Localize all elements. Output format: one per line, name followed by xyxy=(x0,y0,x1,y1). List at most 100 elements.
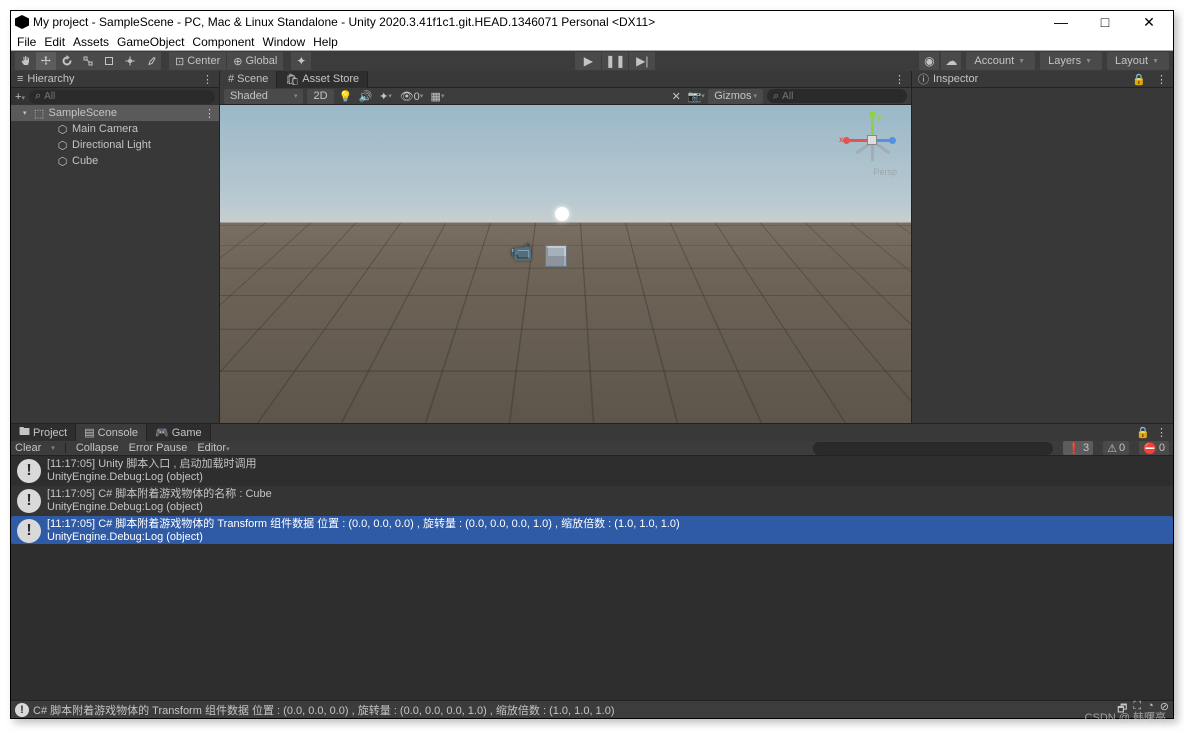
menu-assets[interactable]: Assets xyxy=(73,35,109,49)
gizmos-dropdown[interactable]: Gizmos▾ xyxy=(708,89,763,104)
menu-file[interactable]: File xyxy=(17,35,36,49)
directional-light-gizmo[interactable] xyxy=(555,207,569,221)
globe-icon: ⊕ xyxy=(233,55,242,68)
pivot-toggle[interactable]: ⊡Center xyxy=(169,52,226,70)
hierarchy-tree[interactable]: ▾ ⬚ SampleScene ⋮ ⬡Main Camera ⬡Directio… xyxy=(11,105,219,423)
center-icon: ⊡ xyxy=(175,55,184,68)
step-button[interactable]: ▶| xyxy=(629,52,655,70)
cloud-button[interactable]: ☁ xyxy=(941,52,961,70)
tab-scene[interactable]: #Scene xyxy=(220,71,277,88)
tools-icon[interactable]: ✕ xyxy=(668,89,684,104)
error-pause-toggle[interactable]: Error Pause xyxy=(129,442,188,454)
2d-toggle[interactable]: 2D xyxy=(307,89,333,104)
lighting-toggle-icon[interactable]: 💡 xyxy=(338,89,354,104)
menu-window[interactable]: Window xyxy=(262,35,305,49)
tab-console[interactable]: ▤Console xyxy=(76,424,147,441)
tab-asset-store[interactable]: 🛍Asset Store xyxy=(277,71,368,88)
hierarchy-panel: ≡ Hierarchy ⋮ +▾ ⌕ ▾ ⬚ SampleScene ⋮ ⬡Ma… xyxy=(11,71,220,423)
camera-settings-icon[interactable]: 📷▾ xyxy=(688,89,704,104)
error-count[interactable]: ⛔0 xyxy=(1139,441,1169,455)
clear-button[interactable]: Clear xyxy=(15,442,41,454)
close-button[interactable]: ✕ xyxy=(1129,14,1169,31)
menu-gameobject[interactable]: GameObject xyxy=(117,35,184,49)
lock-icon[interactable]: 🔒 xyxy=(1136,426,1150,439)
scale-tool[interactable] xyxy=(78,52,98,70)
fx-toggle-icon[interactable]: ✦▾ xyxy=(378,89,394,104)
panel-menu-icon[interactable]: ⋮ xyxy=(1156,73,1167,86)
tree-item-cube[interactable]: ⬡Cube xyxy=(11,153,219,169)
log-row-selected[interactable]: ! [11:17:05] C# 脚本附着游戏物体的 Transform 组件数据… xyxy=(11,516,1173,544)
gameobject-icon: ⬡ xyxy=(57,124,68,135)
tree-item-light[interactable]: ⬡Directional Light xyxy=(11,137,219,153)
watermark: CSDN @ 韩曙亮 xyxy=(1085,709,1166,725)
gameobject-icon: ⬡ xyxy=(57,156,68,167)
bottom-panel: 🖿Project ▤Console 🎮Game 🔒 ⋮ Clear▾ Colla… xyxy=(11,423,1173,700)
console-search[interactable] xyxy=(813,442,1053,455)
gameobject-icon: ⬡ xyxy=(57,140,68,151)
maximize-button[interactable]: □ xyxy=(1085,14,1125,30)
panel-menu-icon[interactable]: ⋮ xyxy=(894,73,905,86)
scene-tab-icon: # xyxy=(228,73,234,85)
hand-tool[interactable] xyxy=(15,52,35,70)
console-toolbar: Clear▾ Collapse Error Pause Editor▾ ❗3 ⚠… xyxy=(11,441,1173,456)
pause-button[interactable]: ❚❚ xyxy=(602,52,628,70)
editor-dropdown[interactable]: Editor▾ xyxy=(197,442,229,454)
visibility-toggle-icon[interactable]: 👁0▾ xyxy=(398,89,426,104)
hierarchy-title: Hierarchy xyxy=(27,73,74,85)
hierarchy-search-input[interactable] xyxy=(44,91,209,102)
tab-project[interactable]: 🖿Project xyxy=(11,424,76,441)
scene-search[interactable]: ⌕ xyxy=(767,89,907,103)
search-icon: ⌕ xyxy=(773,90,779,103)
scene-menu-icon[interactable]: ⋮ xyxy=(204,107,215,120)
account-dropdown[interactable]: Account▼ xyxy=(966,52,1035,70)
info-count[interactable]: ❗3 xyxy=(1063,441,1093,455)
menu-help[interactable]: Help xyxy=(313,35,338,49)
console-log-list[interactable]: ! [11:17:05] Unity 脚本入口 , 启动加载时调用UnityEn… xyxy=(11,456,1173,700)
layout-dropdown[interactable]: Layout▼ xyxy=(1107,52,1169,70)
scene-viewport[interactable]: 📹 xy Persp xyxy=(220,105,911,423)
audio-toggle-icon[interactable]: 🔊 xyxy=(358,89,374,104)
minimize-button[interactable]: — xyxy=(1041,14,1081,30)
layers-dropdown[interactable]: Layers▼ xyxy=(1040,52,1102,70)
main-menu: File Edit Assets GameObject Component Wi… xyxy=(11,33,1173,51)
shading-dropdown[interactable]: Shaded▾ xyxy=(224,89,303,104)
rotate-tool[interactable] xyxy=(57,52,77,70)
warn-count[interactable]: ⚠0 xyxy=(1103,441,1129,455)
custom-tool[interactable] xyxy=(141,52,161,70)
collapse-toggle[interactable]: Collapse xyxy=(76,442,119,454)
panel-menu-icon[interactable]: ⋮ xyxy=(1156,426,1167,439)
handle-toggle[interactable]: ⊕Global xyxy=(227,52,283,70)
projection-label[interactable]: Persp xyxy=(873,167,897,177)
create-dropdown[interactable]: +▾ xyxy=(15,91,25,103)
scene-row[interactable]: ▾ ⬚ SampleScene ⋮ xyxy=(11,105,219,121)
transform-tool[interactable] xyxy=(120,52,140,70)
camera-gizmo[interactable]: 📹 xyxy=(510,242,532,263)
menu-component[interactable]: Component xyxy=(192,35,254,49)
inspector-panel: ⓘ Inspector 🔒 ⋮ xyxy=(911,71,1173,423)
menu-edit[interactable]: Edit xyxy=(44,35,65,49)
cube-object[interactable] xyxy=(545,245,567,267)
play-button[interactable]: ▶ xyxy=(575,52,601,70)
hierarchy-search[interactable]: ⌕ xyxy=(29,90,215,104)
status-bar: ! C# 脚本附着游戏物体的 Transform 组件数据 位置 : (0.0,… xyxy=(11,700,1173,718)
log-row[interactable]: ! [11:17:05] C# 脚本附着游戏物体的名称 : CubeUnityE… xyxy=(11,486,1173,516)
hierarchy-icon: ≡ xyxy=(17,73,23,85)
orientation-gizmo[interactable]: xy xyxy=(847,115,897,165)
collab-button[interactable]: ◉ xyxy=(919,52,939,70)
grid-toggle-icon[interactable]: ▦▾ xyxy=(430,89,446,104)
asset-store-icon: 🛍 xyxy=(285,73,299,86)
log-row[interactable]: ! [11:17:05] Unity 脚本入口 , 启动加载时调用UnityEn… xyxy=(11,456,1173,486)
rect-tool[interactable] xyxy=(99,52,119,70)
tab-game[interactable]: 🎮Game xyxy=(147,424,211,441)
tree-item-camera[interactable]: ⬡Main Camera xyxy=(11,121,219,137)
inspector-icon: ⓘ xyxy=(918,71,929,87)
status-message: C# 脚本附着游戏物体的 Transform 组件数据 位置 : (0.0, 0… xyxy=(33,702,615,718)
folder-icon: 🖿 xyxy=(19,423,30,442)
game-icon: 🎮 xyxy=(155,426,169,439)
panel-menu-icon[interactable]: ⋮ xyxy=(202,73,213,86)
log-info-icon: ! xyxy=(17,459,41,483)
lock-icon[interactable]: 🔒 xyxy=(1132,73,1146,86)
window-title: My project - SampleScene - PC, Mac & Lin… xyxy=(33,15,1037,29)
snap-toggle[interactable]: ✦ xyxy=(291,52,311,70)
move-tool[interactable] xyxy=(36,52,56,70)
